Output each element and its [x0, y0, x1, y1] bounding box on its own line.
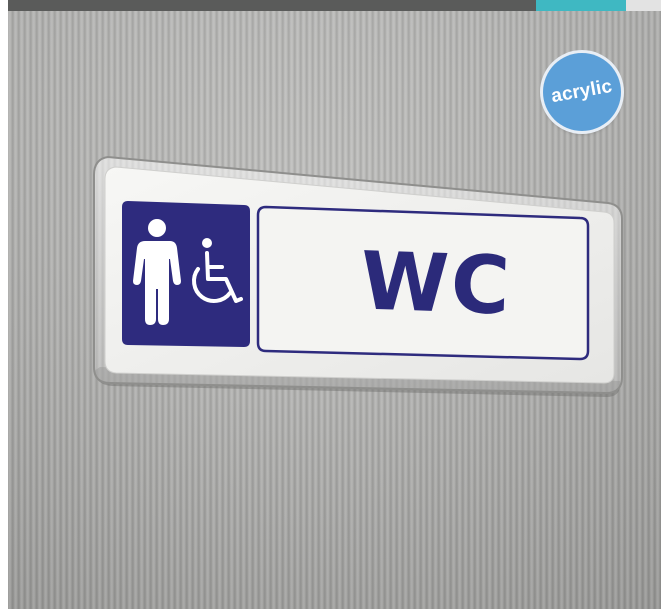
acrylic-badge-label: acrylic: [549, 75, 615, 108]
top-color-bar: [0, 0, 661, 11]
top-bar-light-segment: [626, 0, 661, 11]
acrylic-badge: acrylic: [543, 53, 621, 131]
top-bar-dark-segment: [8, 0, 536, 11]
wc-text: WC: [359, 234, 513, 332]
top-bar-accent-segment: [536, 0, 626, 11]
product-photo: WC acrylic: [8, 11, 661, 609]
